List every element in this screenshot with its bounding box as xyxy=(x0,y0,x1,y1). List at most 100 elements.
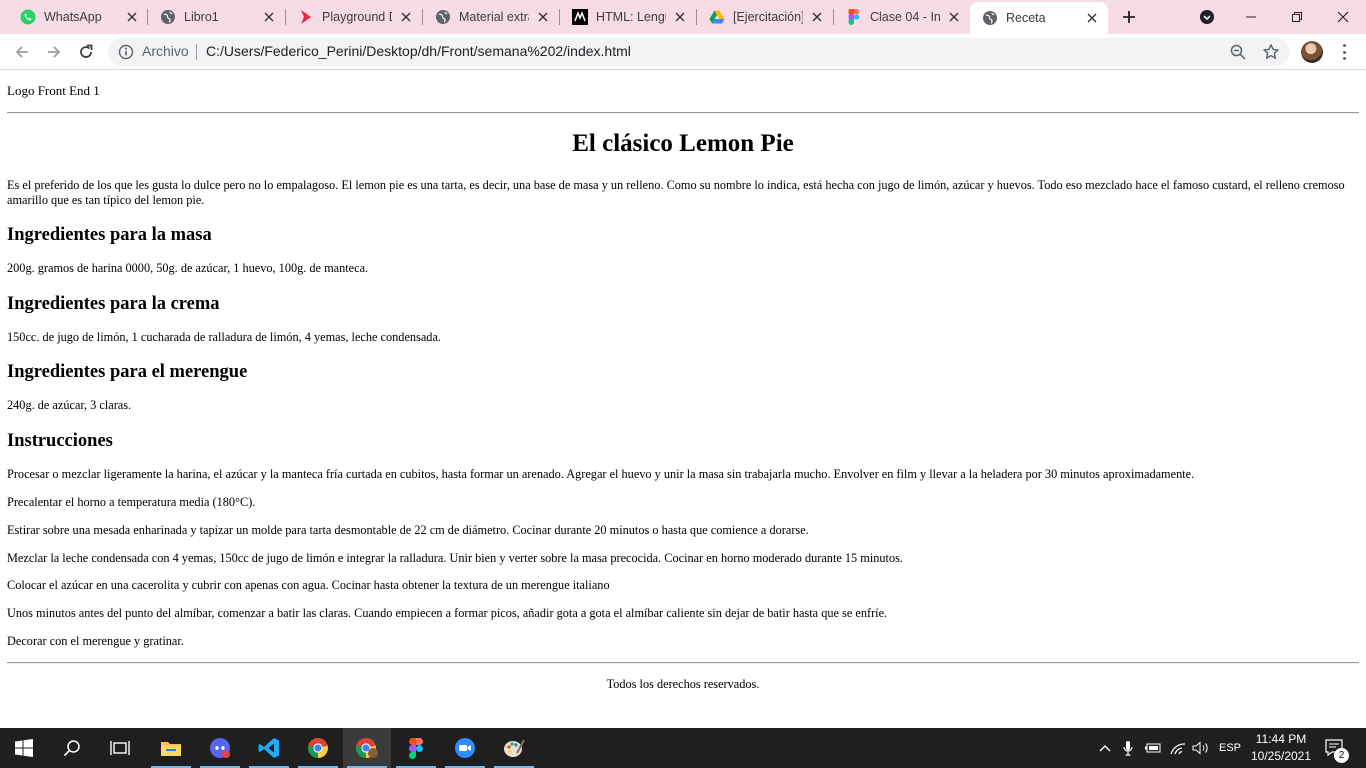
scheme-label: Archivo xyxy=(142,43,189,59)
section-heading-merengue: Ingredientes para el merengue xyxy=(7,362,248,382)
start-button[interactable] xyxy=(0,728,48,768)
clock-date: 10/25/2021 xyxy=(1250,749,1312,763)
mdn-icon xyxy=(572,9,588,25)
paint-app[interactable] xyxy=(490,728,538,768)
battery-icon xyxy=(1145,743,1161,753)
address-bar[interactable]: Archivo C:/Users/Federico_Perini/Desktop… xyxy=(108,38,1290,66)
close-icon[interactable] xyxy=(535,9,551,25)
close-icon[interactable] xyxy=(809,9,825,25)
minimize-button[interactable] xyxy=(1228,0,1274,34)
dot-icon xyxy=(1342,44,1346,47)
windows-logo-icon xyxy=(15,739,33,757)
reload-button[interactable] xyxy=(74,40,98,64)
minimize-icon xyxy=(1246,16,1256,18)
tab-libro1[interactable]: Libro1 xyxy=(148,0,285,34)
globe-icon xyxy=(435,9,451,25)
tab-whatsapp[interactable]: WhatsApp xyxy=(8,0,148,34)
restore-button[interactable] xyxy=(1274,0,1320,34)
tab-title: Clase 04 - Int xyxy=(870,10,940,24)
browser-toolbar: Archivo C:/Users/Federico_Perini/Desktop… xyxy=(0,34,1366,70)
microphone-icon xyxy=(1123,741,1133,756)
task-view-button[interactable] xyxy=(96,728,144,768)
chevron-up-icon xyxy=(1099,745,1111,752)
battery-button[interactable] xyxy=(1143,728,1163,768)
instruction-step: Colocar el azúcar en una cacerolita y cu… xyxy=(7,578,610,592)
show-hidden-icons-button[interactable] xyxy=(1096,728,1114,768)
playground-icon xyxy=(298,9,314,25)
tab-material-extra[interactable]: Material extra xyxy=(423,0,559,34)
page-content: Logo Front End 1 El clásico Lemon Pie Es… xyxy=(0,71,1366,728)
tab-title: WhatsApp xyxy=(44,10,102,24)
instructions-heading: Instrucciones xyxy=(7,431,113,451)
instruction-step: Mezclar la leche condensada con 4 yemas,… xyxy=(7,551,903,565)
close-icon[interactable] xyxy=(124,9,140,25)
task-view-icon xyxy=(110,741,130,755)
file-explorer-app[interactable] xyxy=(147,728,195,768)
figma-app[interactable] xyxy=(392,728,440,768)
drive-icon xyxy=(709,9,725,25)
instruction-step: Procesar o mezclar ligeramente la harina… xyxy=(7,467,1195,481)
tab-receta[interactable]: Receta xyxy=(970,2,1108,34)
section-heading-masa: Ingredientes para la masa xyxy=(7,225,212,245)
network-button[interactable] xyxy=(1168,728,1188,768)
close-window-button[interactable] xyxy=(1320,0,1366,34)
chrome-profile-app[interactable] xyxy=(343,728,391,768)
tab-title: Receta xyxy=(1006,11,1046,25)
tab-strip: WhatsApp Libro1 Playground D Material ex… xyxy=(0,0,1366,34)
page-title: El clásico Lemon Pie xyxy=(572,130,794,157)
section-text-masa: 200g. gramos de harina 0000, 50g. de azú… xyxy=(7,261,369,275)
tab-search-button[interactable] xyxy=(1186,0,1228,34)
tab-playground[interactable]: Playground D xyxy=(286,0,422,34)
section-text-merengue: 240g. de azúcar, 3 claras. xyxy=(7,398,132,412)
tab-clase-04[interactable]: Clase 04 - Int xyxy=(834,0,970,34)
forward-button[interactable] xyxy=(42,40,66,64)
new-tab-button[interactable] xyxy=(1118,6,1140,28)
figma-icon xyxy=(846,9,862,25)
globe-icon xyxy=(160,9,176,25)
star-icon[interactable] xyxy=(1262,43,1280,61)
vscode-app[interactable] xyxy=(245,728,293,768)
close-icon[interactable] xyxy=(261,9,277,25)
microphone-button[interactable] xyxy=(1120,728,1136,768)
vscode-icon xyxy=(258,738,279,758)
footer-divider xyxy=(7,662,1359,664)
speaker-icon xyxy=(1192,741,1208,755)
profile-avatar[interactable] xyxy=(1301,41,1323,63)
chrome-app[interactable] xyxy=(294,728,342,768)
language-indicator[interactable]: ESP xyxy=(1216,728,1244,768)
volume-button[interactable] xyxy=(1191,728,1211,768)
restore-icon xyxy=(1292,12,1302,22)
tab-title: [Ejercitación] xyxy=(733,10,803,24)
discord-app[interactable] xyxy=(196,728,244,768)
action-center-button[interactable]: 2 xyxy=(1320,728,1350,768)
instruction-step: Estirar sobre una mesada enharinada y ta… xyxy=(7,523,809,537)
search-icon xyxy=(63,740,80,757)
close-icon[interactable] xyxy=(672,9,688,25)
zoom-icon[interactable] xyxy=(1230,44,1246,60)
zoom-icon xyxy=(455,738,475,758)
close-icon[interactable] xyxy=(1084,10,1100,26)
file-explorer-icon xyxy=(161,742,181,756)
close-icon[interactable] xyxy=(946,9,962,25)
menu-button[interactable] xyxy=(1336,42,1352,62)
info-icon[interactable] xyxy=(118,44,134,60)
chrome-icon xyxy=(308,738,328,758)
clock[interactable]: 11:44 PM 10/25/2021 xyxy=(1244,731,1318,765)
tab-title: Libro1 xyxy=(184,10,219,24)
figma-icon xyxy=(409,737,423,759)
section-text-crema: 150cc. de jugo de limón, 1 cucharada de … xyxy=(7,330,441,344)
chevron-down-circle-icon xyxy=(1200,10,1214,24)
arrow-left-icon xyxy=(15,46,28,58)
search-button[interactable] xyxy=(48,728,96,768)
zoom-app[interactable] xyxy=(441,728,489,768)
tab-mdn-html[interactable]: HTML: Lengu xyxy=(560,0,696,34)
back-button[interactable] xyxy=(10,40,34,64)
divider xyxy=(196,44,197,60)
url-text[interactable]: C:/Users/Federico_Perini/Desktop/dh/Fron… xyxy=(206,43,631,59)
windows-taskbar: ESP 11:44 PM 10/25/2021 2 xyxy=(0,728,1366,768)
tab-title: Playground D xyxy=(322,10,392,24)
close-icon[interactable] xyxy=(398,9,414,25)
discord-icon xyxy=(210,738,230,758)
tab-ejercitacion[interactable]: [Ejercitación] xyxy=(697,0,833,34)
arrow-right-icon xyxy=(48,46,61,58)
